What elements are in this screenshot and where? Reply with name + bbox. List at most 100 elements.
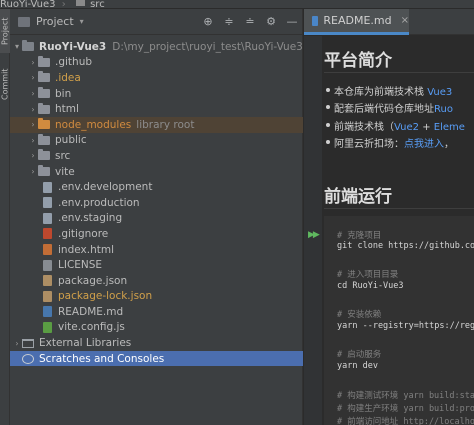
library-icon	[22, 338, 34, 348]
tree-item-readme[interactable]: README.md	[10, 304, 303, 320]
target-icon[interactable]: ⊕	[202, 16, 214, 28]
bullet-text: 配套后端代码仓库地址	[334, 104, 434, 115]
settings-icon[interactable]: ⚙	[265, 16, 277, 28]
heading-divider	[324, 72, 474, 73]
chevron-down-icon[interactable]: ▾	[12, 42, 22, 51]
html-file-icon	[43, 244, 52, 256]
project-icon	[18, 16, 30, 27]
tree-item-index-html[interactable]: index.html	[10, 242, 303, 258]
heading-platform-intro: 平台简介	[324, 51, 392, 71]
code-line: # 进入项目目录	[337, 270, 399, 280]
tree-item-package-lock-json[interactable]: package-lock.json	[10, 289, 303, 305]
file-icon	[43, 212, 52, 224]
run-icon[interactable]: ▶▶	[308, 230, 320, 240]
tree-item-label: README.md	[58, 305, 124, 318]
heading-divider	[324, 208, 474, 209]
tab-label: README.md	[323, 14, 392, 27]
json-file-icon	[43, 275, 52, 287]
collapse-all-icon[interactable]: ≐	[244, 16, 256, 28]
code-line: # 安装依赖	[337, 310, 382, 320]
editor-tab-bar: README.md ×	[304, 9, 474, 35]
tree-item-label: public	[55, 134, 87, 147]
bullet-text: ，	[444, 139, 454, 150]
git-file-icon	[43, 228, 52, 240]
tree-root-name: RuoYi-Vue3	[39, 40, 107, 53]
tree-item-label: .env.staging	[58, 212, 123, 225]
markdown-preview: 平台简介 本仓库为前端技术栈 Vue3 配套后端代码仓库地址Ruo 前端技术栈（…	[304, 36, 474, 425]
tree-item-public[interactable]: › public	[10, 133, 303, 149]
tree-item-label: src	[55, 149, 71, 162]
bullet-link[interactable]: Ruo	[434, 104, 453, 115]
bullet-text: 阿里云折扣场：	[334, 139, 404, 150]
chevron-right-icon[interactable]: ›	[28, 136, 38, 145]
breadcrumb-project[interactable]: RuoYi-Vue3	[0, 0, 56, 8]
tree-item-github[interactable]: › .github	[10, 55, 303, 71]
tree-item-gitignore[interactable]: .gitignore	[10, 226, 303, 242]
code-line: # 启动服务	[337, 350, 382, 360]
chevron-right-icon[interactable]: ›	[28, 105, 38, 114]
chevron-right-icon[interactable]: ›	[28, 73, 38, 82]
tree-item-idea[interactable]: › .idea	[10, 70, 303, 86]
folder-icon	[22, 40, 34, 52]
tree-item-external-libraries[interactable]: › External Libraries	[10, 335, 303, 351]
project-tool-button[interactable]: Project	[0, 9, 10, 53]
chevron-right-icon[interactable]: ›	[28, 58, 38, 67]
folder-icon	[38, 118, 50, 130]
chevron-right-icon[interactable]: ›	[28, 151, 38, 160]
breadcrumb-folder[interactable]: src	[90, 0, 105, 8]
chevron-right-icon[interactable]: ›	[28, 120, 38, 129]
scratches-icon	[22, 353, 34, 364]
bullet-item: 前端技术栈（Vue2 + Eleme	[326, 118, 465, 133]
tree-item-env-staging[interactable]: .env.staging	[10, 211, 303, 227]
tree-item-label: package.json	[58, 274, 128, 287]
tree-item-vite[interactable]: › vite	[10, 164, 303, 180]
file-icon	[43, 181, 52, 193]
tree-item-label: package-lock.json	[58, 290, 153, 303]
tree-item-label: LICENSE	[58, 259, 103, 272]
project-panel-title[interactable]: Project	[36, 15, 74, 28]
chevron-right-icon[interactable]: ›	[28, 89, 38, 98]
tree-root[interactable]: ▾ RuoYi-Vue3 D:\my_project\ruoyi_test\Ru…	[10, 39, 303, 55]
tree-item-scratches[interactable]: Scratches and Consoles	[10, 350, 303, 367]
bullet-link[interactable]: Eleme	[434, 122, 465, 133]
code-line: git clone https://github.com/	[337, 241, 474, 251]
bullet-text: 本仓库为前端技术栈	[334, 87, 428, 98]
breadcrumb: RuoYi-Vue3 › src	[0, 0, 474, 9]
tab-readme[interactable]: README.md ×	[304, 9, 409, 35]
markdown-file-icon	[312, 15, 319, 26]
tree-item-label: .env.production	[58, 196, 140, 209]
tree-item-label: node_modules	[55, 118, 132, 131]
tree-item-package-json[interactable]: package.json	[10, 273, 303, 289]
library-root-hint: library root	[136, 118, 195, 131]
hide-icon[interactable]: —	[286, 16, 298, 28]
code-line: # 构建测试环境 yarn build:stag	[337, 391, 474, 401]
tree-item-env-development[interactable]: .env.development	[10, 179, 303, 195]
close-icon[interactable]: ×	[401, 15, 409, 26]
code-line: # 前端访问地址 http://localhost	[337, 417, 474, 425]
commit-tool-button[interactable]: Commit	[0, 61, 10, 107]
tree-item-html[interactable]: › html	[10, 101, 303, 117]
bullet-link[interactable]: Vue3	[427, 87, 452, 98]
chevron-right-icon[interactable]: ›	[28, 167, 38, 176]
tree-item-src[interactable]: › src	[10, 148, 303, 164]
tree-item-label: External Libraries	[39, 337, 132, 350]
project-panel: Project ▾ ⊕ ≑ ≐ ⚙ — ▾ RuoYi-Vue3 D:\my_p…	[10, 9, 303, 425]
tool-window-strip: Project Commit	[0, 9, 10, 425]
bullet-text: +	[419, 122, 434, 133]
chevron-down-icon[interactable]: ▾	[80, 17, 84, 26]
tree-item-bin[interactable]: › bin	[10, 86, 303, 102]
chevron-right-icon[interactable]: ›	[12, 339, 22, 348]
folder-icon	[38, 55, 50, 67]
bullet-item: 阿里云折扣场：点我进入，	[326, 135, 454, 150]
tree-item-node-modules[interactable]: › node_modules library root	[10, 116, 303, 133]
expand-all-icon[interactable]: ≑	[223, 16, 235, 28]
folder-icon	[38, 165, 50, 177]
bullet-link[interactable]: Vue2	[394, 122, 419, 133]
bullet-link[interactable]: 点我进入	[404, 139, 444, 150]
bullet-text: 前端技术栈（	[334, 122, 394, 133]
tree-item-label: html	[55, 103, 79, 116]
tree-item-vite-config[interactable]: vite.config.js	[10, 320, 303, 336]
tree-item-license[interactable]: LICENSE	[10, 257, 303, 273]
tree-item-env-production[interactable]: .env.production	[10, 195, 303, 211]
project-tree: ▾ RuoYi-Vue3 D:\my_project\ruoyi_test\Ru…	[10, 39, 303, 367]
